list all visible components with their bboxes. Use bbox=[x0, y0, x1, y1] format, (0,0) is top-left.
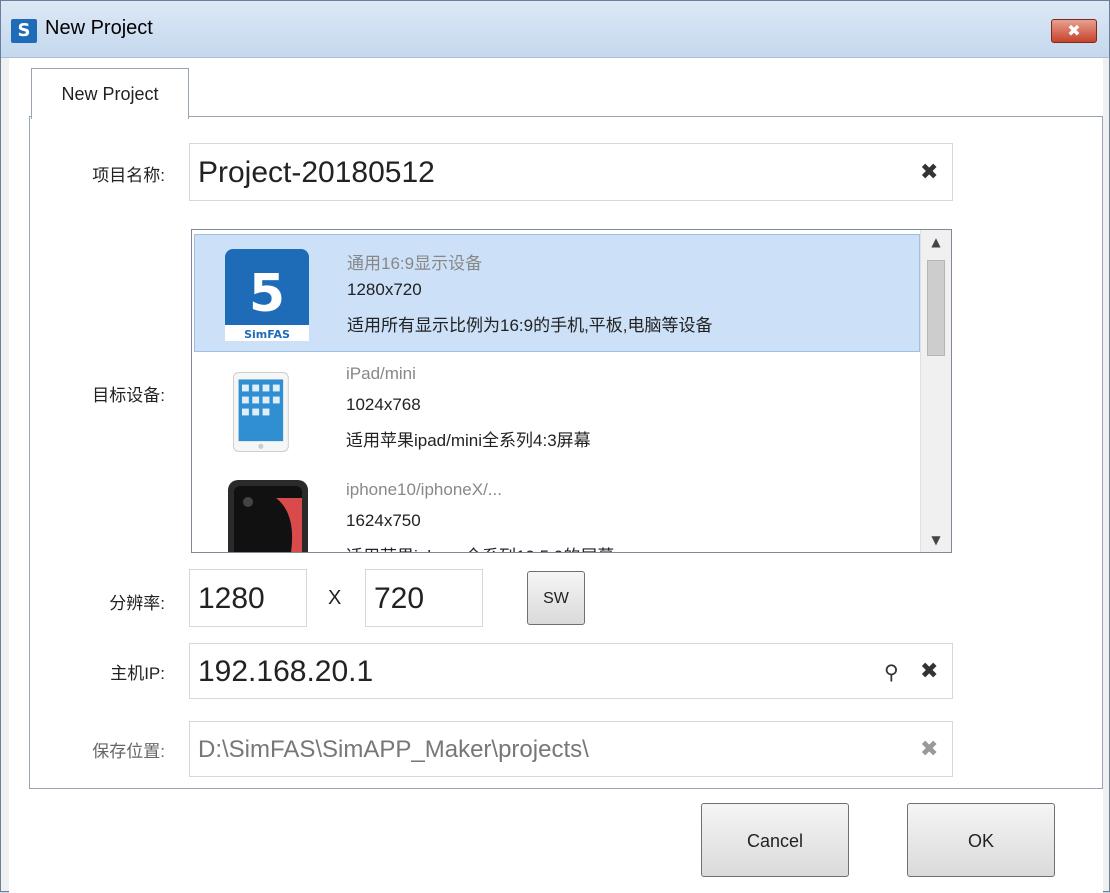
new-project-dialog: S New Project ✖ New Project 项目名称: Projec… bbox=[0, 0, 1110, 893]
host-ip-label: 主机IP: bbox=[110, 664, 165, 683]
svg-text:SimFAS: SimFAS bbox=[244, 328, 290, 341]
device-resolution: 1280x720 bbox=[347, 280, 422, 299]
device-description: 适用苹果ipad/mini全系列4:3屏幕 bbox=[346, 431, 591, 450]
window-title: New Project bbox=[45, 17, 153, 39]
device-description: 适用所有显示比例为16:9的手机,平板,电脑等设备 bbox=[347, 316, 713, 335]
save-location-value: D:\SimFAS\SimAPP_Maker\projects\ bbox=[198, 736, 589, 763]
iphone-icon bbox=[228, 480, 308, 552]
app-logo-icon: S bbox=[11, 19, 37, 43]
list-item[interactable]: iphone10/iphoneX/... 1624x750 适用苹果iphone… bbox=[194, 470, 920, 552]
project-name-input[interactable]: Project-20180512 ✖ bbox=[189, 143, 953, 201]
scroll-down-icon[interactable]: ▼ bbox=[921, 528, 951, 552]
resolution-height-input[interactable]: 720 bbox=[365, 569, 483, 627]
swap-button[interactable]: SW bbox=[527, 571, 585, 625]
cancel-button[interactable]: Cancel bbox=[701, 803, 849, 877]
device-resolution: 1624x750 bbox=[346, 511, 421, 530]
list-item[interactable]: iPad/mini 1024x768 适用苹果ipad/mini全系列4:3屏幕 bbox=[194, 352, 920, 470]
resolution-width-value: 1280 bbox=[198, 582, 265, 615]
title-bar[interactable]: S New Project ✖ bbox=[1, 1, 1109, 58]
resolution-separator: X bbox=[328, 587, 342, 609]
save-location-label: 保存位置: bbox=[92, 742, 165, 761]
device-name: 通用16:9显示设备 bbox=[347, 254, 483, 273]
scroll-up-icon[interactable]: ▲ bbox=[921, 230, 951, 254]
list-item[interactable]: 5 SimFAS 通用16:9显示设备 1280x720 适用所有显示比例为16… bbox=[194, 234, 920, 352]
list-scrollbar[interactable]: ▲ ▼ bbox=[920, 230, 951, 552]
device-list[interactable]: 5 SimFAS 通用16:9显示设备 1280x720 适用所有显示比例为16… bbox=[191, 229, 952, 553]
target-device-label: 目标设备: bbox=[92, 386, 165, 405]
clear-icon[interactable]: ✖ bbox=[920, 722, 938, 778]
ipad-icon bbox=[232, 372, 289, 452]
search-icon[interactable]: ⚲ bbox=[884, 644, 899, 700]
resolution-width-input[interactable]: 1280 bbox=[189, 569, 307, 627]
save-location-input[interactable]: D:\SimFAS\SimAPP_Maker\projects\ ✖ bbox=[189, 721, 953, 777]
clear-icon[interactable]: ✖ bbox=[920, 644, 938, 700]
device-description: 适用苹果iphone全系列19.5:9的屏幕 bbox=[346, 542, 614, 552]
device-name: iphone10/iphoneX/... bbox=[346, 480, 502, 499]
device-name: iPad/mini bbox=[346, 364, 416, 383]
project-name-value: Project-20180512 bbox=[198, 156, 435, 189]
device-resolution: 1024x768 bbox=[346, 395, 421, 414]
scroll-thumb[interactable] bbox=[927, 260, 945, 356]
ok-button[interactable]: OK bbox=[907, 803, 1055, 877]
host-ip-input[interactable]: 192.168.20.1 ⚲ ✖ bbox=[189, 643, 953, 699]
project-name-label: 项目名称: bbox=[92, 166, 165, 185]
tab-new-project[interactable]: New Project bbox=[31, 68, 189, 119]
close-button[interactable]: ✖ bbox=[1051, 19, 1097, 43]
simfas-logo-icon: 5 SimFAS bbox=[225, 249, 309, 341]
resolution-label: 分辨率: bbox=[109, 594, 165, 613]
clear-icon[interactable]: ✖ bbox=[920, 144, 938, 202]
host-ip-value: 192.168.20.1 bbox=[198, 655, 374, 688]
resolution-height-value: 720 bbox=[374, 582, 425, 615]
svg-text:5: 5 bbox=[249, 264, 285, 324]
